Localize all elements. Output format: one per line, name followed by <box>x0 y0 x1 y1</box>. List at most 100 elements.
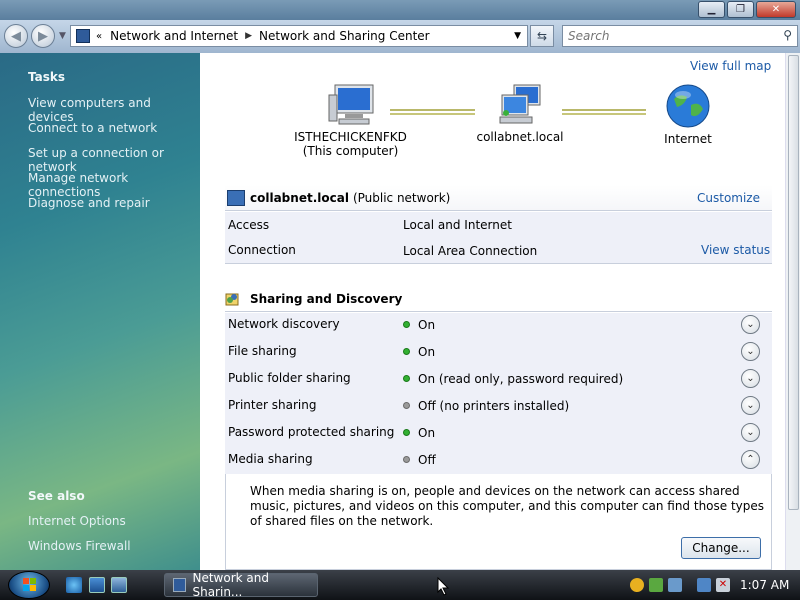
switch-windows-icon[interactable] <box>111 577 127 593</box>
control-panel-icon <box>76 29 90 43</box>
maximize-button[interactable]: ❐ <box>727 1 754 18</box>
internet-label: Internet <box>664 132 712 146</box>
network-type: (Public network) <box>352 190 451 205</box>
sharing-label: Public folder sharing <box>228 371 351 385</box>
view-status-link[interactable]: View status <box>701 243 770 257</box>
system-tray: ✕ <box>630 570 735 600</box>
navigation-bar: ◀ ▶ ▼ « Network and Internet ▶ Network a… <box>0 20 800 53</box>
internet-node[interactable]: Internet <box>648 83 728 146</box>
close-button[interactable]: ✕ <box>756 1 796 18</box>
security-alert-icon[interactable] <box>630 578 644 592</box>
status-off-icon <box>403 402 410 409</box>
change-button[interactable]: Change... <box>681 537 761 559</box>
status-on-icon <box>403 375 410 382</box>
sharing-row-network-discovery: Network discovery On ⌄ <box>225 313 772 340</box>
back-arrow-icon: ◀ <box>11 28 21 44</box>
clock[interactable]: 1:07 AM <box>740 578 789 592</box>
sharing-label: Network discovery <box>228 317 340 331</box>
show-desktop-icon[interactable] <box>89 577 105 593</box>
scrollbar-thumb[interactable] <box>788 55 799 510</box>
sharing-value: Off (no printers installed) <box>403 399 569 413</box>
this-computer-node[interactable]: ISTHECHICKENFKD (This computer) <box>288 83 413 158</box>
window-controls: ▁ ❐ ✕ <box>696 1 796 18</box>
see-also-windows-firewall[interactable]: Windows Firewall <box>28 539 131 553</box>
vertical-scrollbar[interactable] <box>785 53 800 570</box>
access-label: Access <box>228 218 270 232</box>
network-icon <box>499 84 541 124</box>
sharing-header: Sharing and Discovery <box>225 286 772 312</box>
network-name: collabnet.local <box>250 190 349 205</box>
expand-chevron-icon[interactable]: ⌄ <box>741 342 760 361</box>
connection-line <box>390 109 475 115</box>
status-off-icon <box>403 456 410 463</box>
search-input[interactable] <box>563 26 763 46</box>
volume-muted-icon[interactable]: ✕ <box>716 578 730 592</box>
view-full-map-link[interactable]: View full map <box>690 59 771 73</box>
sharing-label: Media sharing <box>228 452 313 466</box>
breadcrumb-network-and-internet[interactable]: Network and Internet <box>110 29 238 43</box>
sharing-row-password: Password protected sharing On ⌄ <box>225 421 772 448</box>
task-diagnose-repair[interactable]: Diagnose and repair <box>28 196 150 210</box>
see-also-internet-options[interactable]: Internet Options <box>28 514 126 528</box>
address-bar[interactable]: « Network and Internet ▶ Network and Sha… <box>70 25 528 47</box>
refresh-icon: ⇆ <box>536 29 548 43</box>
device-icon[interactable] <box>668 578 682 592</box>
task-connect-network[interactable]: Connect to a network <box>28 121 157 135</box>
see-also-heading: See also <box>28 489 85 503</box>
internet-explorer-icon[interactable] <box>66 577 82 593</box>
media-sharing-description: When media sharing is on, people and dev… <box>250 484 765 528</box>
sharing-value: Off <box>403 453 436 467</box>
sharing-row-printer: Printer sharing Off (no printers install… <box>225 394 772 421</box>
defender-icon[interactable] <box>649 578 663 592</box>
tasks-heading: Tasks <box>28 70 66 84</box>
computer-name: ISTHECHICKENFKD <box>294 130 407 144</box>
control-panel-icon <box>173 578 187 592</box>
address-dropdown-icon[interactable]: ▼ <box>514 31 521 41</box>
network-details: Access Local and Internet Connection Loc… <box>225 212 772 264</box>
task-manage-connections[interactable]: Manage network connections <box>28 171 200 199</box>
sharing-label: File sharing <box>228 344 297 358</box>
forward-button[interactable]: ▶ <box>31 24 55 48</box>
connection-label: Connection <box>228 243 296 257</box>
sharing-value: On <box>403 345 435 359</box>
mouse-cursor-icon <box>437 577 450 596</box>
network-node-label: collabnet.local <box>476 130 564 144</box>
access-value: Local and Internet <box>403 218 512 232</box>
network-header: collabnet.local (Public network) Customi… <box>225 185 772 211</box>
sharing-value: On <box>403 426 435 440</box>
task-setup-connection[interactable]: Set up a connection or network <box>28 146 200 174</box>
sharing-settings: Network discovery On ⌄ File sharing On ⌄… <box>225 313 772 474</box>
forward-arrow-icon: ▶ <box>38 28 48 44</box>
network-node[interactable]: collabnet.local <box>470 83 570 144</box>
expand-chevron-icon[interactable]: ⌄ <box>741 396 760 415</box>
expand-chevron-icon[interactable]: ⌄ <box>741 369 760 388</box>
sharing-value: On <box>403 318 435 332</box>
back-button[interactable]: ◀ <box>4 24 28 48</box>
breadcrumb-separator-icon[interactable]: ▶ <box>245 31 252 41</box>
sharing-row-file-sharing: File sharing On ⌄ <box>225 340 772 367</box>
network-tray-icon[interactable] <box>697 578 711 592</box>
customize-link[interactable]: Customize <box>697 191 760 205</box>
taskbar-network-window[interactable]: Network and Sharin... <box>164 571 318 599</box>
breadcrumb-overflow-icon[interactable]: « <box>96 31 102 42</box>
search-box[interactable]: ⚲ <box>562 25 798 47</box>
main-content: View full map ISTHECHICKENFKD (This comp… <box>200 53 785 570</box>
collapse-chevron-icon[interactable]: ⌃ <box>741 450 760 469</box>
breadcrumb-network-sharing-center[interactable]: Network and Sharing Center <box>259 29 430 43</box>
task-pane: Tasks View computers and devices Connect… <box>0 53 200 570</box>
expand-chevron-icon[interactable]: ⌄ <box>741 315 760 334</box>
task-view-computers[interactable]: View computers and devices <box>28 96 200 124</box>
network-icon <box>227 189 245 206</box>
start-button[interactable] <box>8 571 50 599</box>
minimize-button[interactable]: ▁ <box>698 1 725 18</box>
refresh-button[interactable]: ⇆ <box>530 25 554 47</box>
search-icon[interactable]: ⚲ <box>783 28 792 42</box>
sharing-label: Printer sharing <box>228 398 317 412</box>
expand-chevron-icon[interactable]: ⌄ <box>741 423 760 442</box>
status-on-icon <box>403 348 410 355</box>
history-dropdown-icon[interactable]: ▼ <box>59 31 66 41</box>
sharing-icon <box>225 293 239 305</box>
connection-value: Local Area Connection <box>403 244 538 258</box>
windows-logo-icon <box>23 578 36 591</box>
computer-subtitle: (This computer) <box>302 144 399 158</box>
